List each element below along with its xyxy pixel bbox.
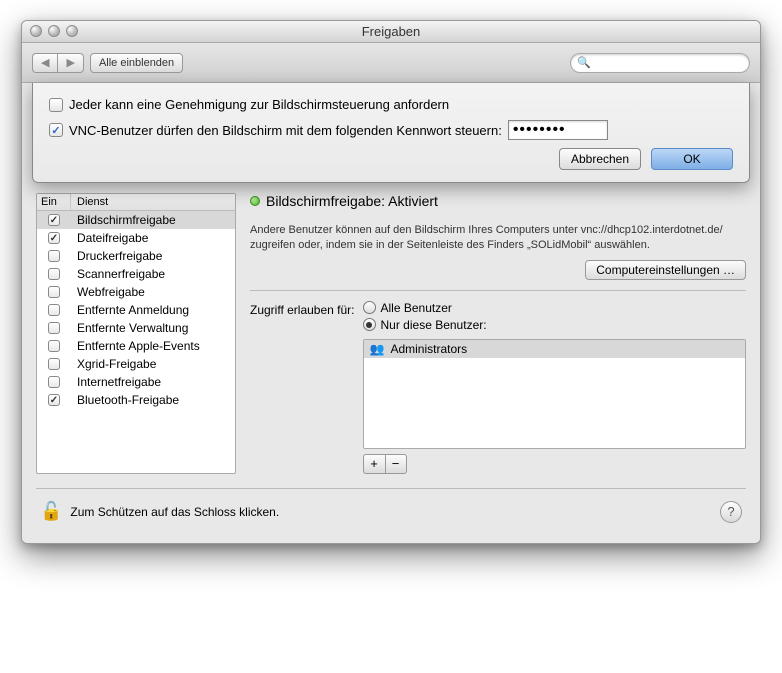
back-button[interactable]: ◀ [32, 53, 57, 73]
service-row[interactable]: Entfernte Verwaltung [37, 319, 235, 337]
service-row[interactable]: Scannerfreigabe [37, 265, 235, 283]
service-checkbox[interactable] [48, 304, 60, 316]
forward-button[interactable]: ▶ [57, 53, 83, 73]
service-label: Entfernte Apple-Events [71, 339, 235, 353]
column-header-service: Dienst [71, 194, 235, 210]
service-row[interactable]: Entfernte Apple-Events [37, 337, 235, 355]
service-description: Andere Benutzer können auf den Bildschir… [250, 223, 746, 254]
service-label: Bluetooth-Freigabe [71, 393, 235, 407]
service-label: Internetfreigabe [71, 375, 235, 389]
preferences-window: Freigaben ◀ ▶ Alle einblenden 🔍 Jeder ka… [21, 20, 761, 544]
service-label: Dateifreigabe [71, 231, 235, 245]
service-checkbox[interactable] [48, 394, 60, 406]
service-checkbox[interactable] [48, 232, 60, 244]
service-checkbox[interactable] [48, 358, 60, 370]
vnc-password-checkbox[interactable] [49, 123, 63, 137]
zoom-icon[interactable] [66, 25, 78, 37]
service-label: Entfernte Verwaltung [71, 321, 235, 335]
status-indicator-icon [250, 196, 260, 206]
column-header-on: Ein [37, 194, 71, 210]
service-checkbox[interactable] [48, 322, 60, 334]
remove-user-button[interactable]: − [385, 454, 407, 474]
services-list: Ein Dienst Bildschirmfreigabe Dateifreiga… [36, 193, 236, 474]
search-icon: 🔍 [577, 56, 591, 69]
service-row[interactable]: Entfernte Anmeldung [37, 301, 235, 319]
service-label: Druckerfreigabe [71, 249, 235, 263]
service-label: Xgrid-Freigabe [71, 357, 235, 371]
computer-settings-sheet: Jeder kann eine Genehmigung zur Bildschi… [32, 83, 750, 183]
minimize-icon[interactable] [48, 25, 60, 37]
close-icon[interactable] [30, 25, 42, 37]
service-label: Scannerfreigabe [71, 267, 235, 281]
search-input[interactable] [594, 55, 743, 71]
list-item[interactable]: 👥 Administrators [364, 340, 745, 358]
service-label: Webfreigabe [71, 285, 235, 299]
service-row[interactable]: Webfreigabe [37, 283, 235, 301]
service-label: Entfernte Anmeldung [71, 303, 235, 317]
service-row[interactable]: Internetfreigabe [37, 373, 235, 391]
service-detail: Bildschirmfreigabe: Aktiviert Andere Ben… [250, 193, 746, 474]
access-label: Zugriff erlauben für: [250, 301, 355, 317]
divider [250, 290, 746, 291]
vnc-password-label: VNC-Benutzer dürfen den Bildschirm mit d… [69, 123, 502, 138]
window-controls [30, 25, 78, 37]
search-field[interactable]: 🔍 [570, 53, 750, 73]
lock-hint: Zum Schützen auf das Schloss klicken. [70, 505, 712, 519]
service-checkbox[interactable] [48, 268, 60, 280]
service-checkbox[interactable] [48, 286, 60, 298]
computer-settings-button[interactable]: Computereinstellungen … [585, 260, 746, 280]
service-row[interactable]: Bluetooth-Freigabe [37, 391, 235, 409]
radio-only-users[interactable] [363, 318, 376, 331]
add-user-button[interactable]: + [363, 454, 385, 474]
toolbar: ◀ ▶ Alle einblenden 🔍 [22, 43, 760, 83]
anyone-request-checkbox[interactable] [49, 98, 63, 112]
service-checkbox[interactable] [48, 340, 60, 352]
group-icon: 👥 [370, 342, 385, 356]
service-label: Bildschirmfreigabe [71, 213, 235, 227]
service-row[interactable]: Dateifreigabe [37, 229, 235, 247]
service-row[interactable]: Bildschirmfreigabe [37, 211, 235, 229]
lock-icon[interactable]: 🔓 [40, 501, 62, 522]
radio-all-users-label: Alle Benutzer [381, 301, 452, 315]
user-name: Administrators [390, 342, 467, 356]
anyone-request-label: Jeder kann eine Genehmigung zur Bildschi… [69, 97, 449, 112]
service-checkbox[interactable] [48, 250, 60, 262]
cancel-button[interactable]: Abbrechen [559, 148, 641, 170]
titlebar: Freigaben [22, 21, 760, 43]
radio-only-users-label: Nur diese Benutzer: [381, 318, 487, 332]
status-text: Bildschirmfreigabe: Aktiviert [266, 193, 438, 209]
allowed-users-list[interactable]: 👥 Administrators [363, 339, 746, 449]
service-checkbox[interactable] [48, 214, 60, 226]
service-row[interactable]: Xgrid-Freigabe [37, 355, 235, 373]
footer: 🔓 Zum Schützen auf das Schloss klicken. … [36, 488, 746, 529]
vnc-password-field[interactable] [508, 120, 608, 140]
window-title: Freigaben [362, 24, 421, 39]
radio-all-users[interactable] [363, 301, 376, 314]
service-checkbox[interactable] [48, 376, 60, 388]
help-button[interactable]: ? [720, 501, 742, 523]
service-row[interactable]: Druckerfreigabe [37, 247, 235, 265]
show-all-button[interactable]: Alle einblenden [90, 53, 183, 73]
ok-button[interactable]: OK [651, 148, 733, 170]
